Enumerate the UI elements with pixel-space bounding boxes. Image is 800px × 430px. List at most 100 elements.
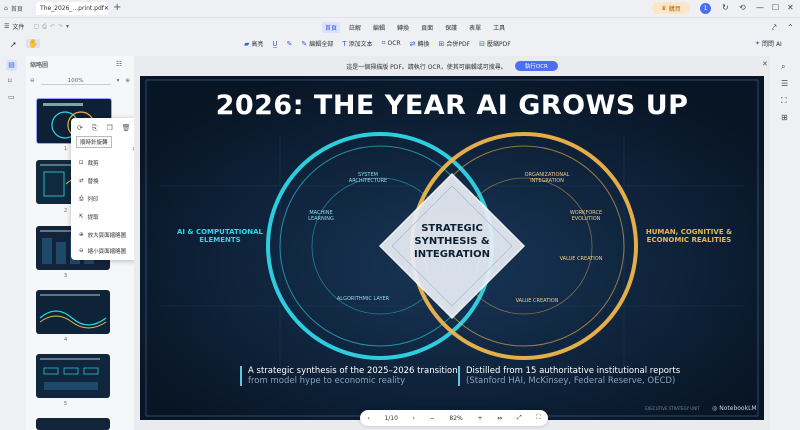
bottom-left-line-2: from model hype to economic reality <box>248 376 406 386</box>
shrink-thumbnail-menu-item[interactable]: ⊖ 縮小頁面縮略圖 <box>79 247 126 255</box>
tool-label: 轉換 <box>417 41 430 48</box>
prev-page-icon[interactable]: ‹ <box>367 415 369 422</box>
share-icon[interactable]: ⤤ <box>772 23 777 33</box>
enlarge-thumbnail-menu-item[interactable]: ⊕ 放大頁面縮略圖 <box>79 231 126 239</box>
thumbnail-panel-icon[interactable]: ▤ <box>6 60 17 71</box>
home-tab[interactable]: ⌂ 首頁 <box>4 3 23 14</box>
zoom-out-icon[interactable]: − <box>430 415 435 422</box>
sidebar-options-icon[interactable]: ☷ <box>116 60 122 68</box>
expand-up-icon[interactable]: ⌃ <box>787 23 794 32</box>
zoom-in-icon[interactable]: ⊕ <box>125 78 130 84</box>
bottom-right-line-2: (Stanford HAI, McKinsey, Federal Reserve… <box>466 376 676 386</box>
rotate-clockwise-icon[interactable]: ⟳ <box>77 124 83 133</box>
tool-ocr[interactable]: ⌗ OCR <box>382 39 401 48</box>
chevron-down-icon[interactable]: ▾ <box>117 78 120 84</box>
ocr-scan-icon[interactable]: ⊞ <box>781 113 788 122</box>
hand-tool-icon[interactable]: ✋ <box>26 39 40 48</box>
zoom-level[interactable]: 82% <box>449 415 462 422</box>
extract-icon: ⇱ <box>79 214 84 220</box>
home-icon: ⌂ <box>4 5 8 12</box>
upgrade-button[interactable]: ♛ 購買 <box>652 2 690 14</box>
menu-bar: ☰ 文件 ▢ ⎙ ↶ ↷ ▾ 首頁 註解 編輯 轉換 頁面 保護 表單 工具 ⤤ ⌃ <box>0 18 800 35</box>
redo-icon[interactable]: ↷ <box>58 23 63 30</box>
new-tab-button[interactable]: + <box>113 2 121 13</box>
menu-item[interactable]: 工具 <box>490 22 508 33</box>
tool-add-text[interactable]: T 添加文本 <box>342 39 373 49</box>
close-window-icon[interactable]: ✕ <box>787 3 794 12</box>
tool-label: 添加文本 <box>348 41 373 48</box>
print-icon[interactable]: ⎙ <box>42 23 47 31</box>
crop-menu-item[interactable]: ⊡ 裁剪 <box>79 159 99 167</box>
menu-item[interactable]: 表單 <box>466 22 484 33</box>
minimize-icon[interactable]: — <box>756 3 764 12</box>
slide-page: 2026: THE YEAR AI GROWS UP AI & COMPUTAT… <box>140 76 764 420</box>
undo-icon[interactable]: ↶ <box>50 23 55 30</box>
properties-icon[interactable]: ☰ <box>781 79 788 88</box>
print-icon: ⎙ <box>79 195 84 202</box>
file-menu[interactable]: ☰ 文件 ▢ ⎙ ↶ ↷ ▾ <box>4 22 69 32</box>
tool-pen[interactable]: ✎ <box>287 40 293 48</box>
tool-compress[interactable]: ⊟ 壓縮PDF <box>479 39 511 49</box>
zoom-in-icon[interactable]: + <box>477 415 482 422</box>
search-icon[interactable]: ⌕ <box>781 62 785 72</box>
tool-merge[interactable]: ⊞ 合併PDF <box>438 39 471 49</box>
maximize-icon[interactable]: ☐ <box>772 3 779 12</box>
crop-icon: ⊡ <box>79 160 84 166</box>
menu-item[interactable]: 頁面 <box>418 22 436 33</box>
page-thumbnail-6[interactable] <box>36 418 110 430</box>
comment-icon[interactable]: ▭ <box>8 93 15 101</box>
fit-width-icon[interactable]: ⇔ <box>497 415 502 422</box>
menu-item[interactable]: 保護 <box>442 22 460 33</box>
close-banner-icon[interactable]: ✕ <box>762 60 768 68</box>
bottom-left-line-1: A strategic synthesis of the 2025–2026 t… <box>248 366 458 376</box>
zoom-out-icon[interactable]: ⊖ <box>30 78 35 84</box>
thumbnail-zoom-value[interactable]: 100% <box>40 78 111 85</box>
print-menu-item[interactable]: ⎙ 列印 <box>79 195 99 204</box>
ask-ai-button[interactable]: ✦ 問問 AI <box>755 39 782 48</box>
hamburger-icon: ☰ <box>4 23 10 30</box>
close-tab-icon[interactable]: ✕ <box>104 5 109 12</box>
document-area: 這是一個掃描版 PDF。請執行 OCR，使其可編輯或可搜尋。 執行OCR ✕ 2… <box>134 56 770 430</box>
bottom-right-line-1: Distilled from 15 authoritative institut… <box>466 366 681 376</box>
home-label: 首頁 <box>10 6 23 13</box>
document-tab[interactable]: The_2026_...print.pdf ✕ <box>36 2 109 15</box>
select-cursor-icon[interactable]: ➚ <box>10 40 17 49</box>
fullscreen-icon[interactable]: ⛶ <box>536 414 540 422</box>
menu-item[interactable]: 首頁 <box>322 22 341 33</box>
chevron-down-icon[interactable]: ▾ <box>66 23 69 30</box>
right-label-2: WORKFORCE EVOLUTION <box>569 210 603 222</box>
sync-icon[interactable]: ↻ <box>722 3 729 12</box>
copy-icon[interactable]: ❐ <box>106 124 112 133</box>
pen-icon: ✎ <box>286 39 293 48</box>
page-thumbnail-4[interactable] <box>36 290 110 334</box>
thumbnail-zoom-control: ⊖ 100% ▾ ⊕ <box>30 76 130 86</box>
merge-icon: ⊞ <box>438 39 445 48</box>
tool-highlight[interactable]: ▰ 高亮 <box>244 39 263 49</box>
extract-menu-item[interactable]: ⇱ 提取 <box>79 213 99 221</box>
back-icon[interactable]: ⟲ <box>739 3 746 12</box>
menu-item[interactable]: 編輯 <box>370 22 388 33</box>
replace-menu-item[interactable]: ⇄ 替換 <box>79 177 99 185</box>
menu-item[interactable]: 轉換 <box>394 22 412 33</box>
page-number-1: 1 <box>64 146 68 152</box>
avatar[interactable]: 1 <box>700 3 711 14</box>
insert-page-icon[interactable]: ⎘ <box>92 124 98 133</box>
tool-underline[interactable]: U̲ <box>272 40 277 48</box>
page-indicator[interactable]: 1/10 <box>384 415 397 422</box>
zoom-in-icon: ⊕ <box>79 232 84 238</box>
scan-icon[interactable]: ⛶ <box>781 96 787 106</box>
tool-label: 壓縮PDF <box>486 41 511 48</box>
page-thumbnail-5[interactable] <box>36 354 110 398</box>
tool-convert[interactable]: ⇄ 轉換 <box>409 39 430 49</box>
run-ocr-button[interactable]: 執行OCR <box>514 61 558 71</box>
tool-edit-all[interactable]: ✎ 編輯全部 <box>301 39 333 49</box>
print-label: 列印 <box>87 197 99 203</box>
save-icon[interactable]: ▢ <box>33 23 39 30</box>
bookmark-icon[interactable]: ⌑ <box>8 77 12 85</box>
next-page-icon[interactable]: › <box>413 415 415 422</box>
convert-icon: ⇄ <box>409 39 416 48</box>
fit-page-icon[interactable]: ⤢ <box>517 414 522 422</box>
upgrade-label: 購買 <box>668 5 681 13</box>
delete-icon[interactable]: 🗑 <box>122 124 131 133</box>
menu-item[interactable]: 註解 <box>346 22 364 33</box>
